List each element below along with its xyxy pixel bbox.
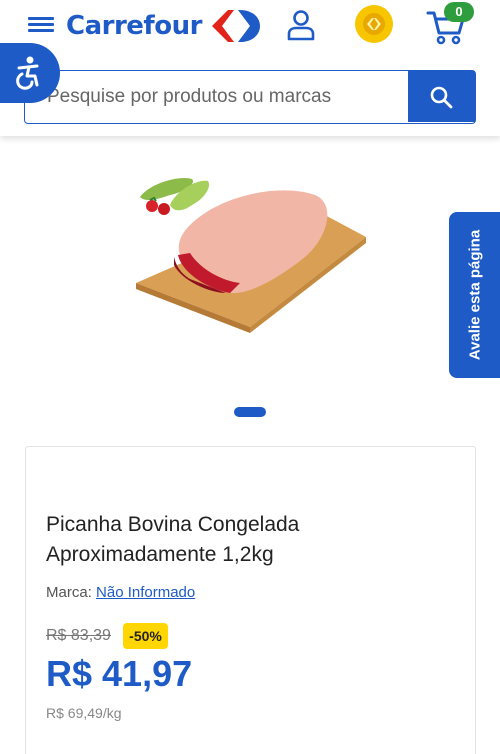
- brand-row: Marca: Não Informado: [46, 584, 195, 601]
- coin-icon[interactable]: [355, 5, 393, 43]
- search-bar: [24, 70, 476, 124]
- site-header: Carrefour 0: [0, 0, 500, 136]
- carousel-indicator[interactable]: [234, 407, 266, 417]
- accessibility-button[interactable]: [0, 43, 60, 103]
- search-icon: [430, 86, 453, 109]
- carrefour-logo[interactable]: Carrefour: [66, 6, 266, 46]
- logo-text: Carrefour: [66, 11, 202, 41]
- user-icon[interactable]: [286, 9, 316, 41]
- rate-page-tab[interactable]: Avalie esta página: [449, 212, 500, 378]
- discount-badge: -50%: [123, 623, 168, 649]
- old-price: R$ 83,39: [46, 627, 111, 644]
- brand-link[interactable]: Não Informado: [96, 584, 195, 601]
- hamburger-menu-icon[interactable]: [28, 14, 54, 36]
- search-button[interactable]: [408, 71, 475, 122]
- carrefour-logo-mark-icon: [211, 10, 260, 42]
- cart-count-badge: 0: [444, 2, 474, 22]
- product-title: Picanha Bovina Congelada Aproximadamente…: [46, 513, 300, 566]
- accessibility-icon: [16, 56, 39, 90]
- product-card: Picanha Bovina Congelada Aproximadamente…: [25, 446, 476, 754]
- unit-price: R$ 69,49/kg: [46, 705, 122, 721]
- current-price: R$ 41,97: [46, 653, 193, 694]
- product-image[interactable]: [130, 165, 370, 335]
- rate-page-label: Avalie esta página: [466, 229, 483, 361]
- search-input[interactable]: [47, 71, 407, 123]
- brand-label: Marca:: [46, 584, 92, 601]
